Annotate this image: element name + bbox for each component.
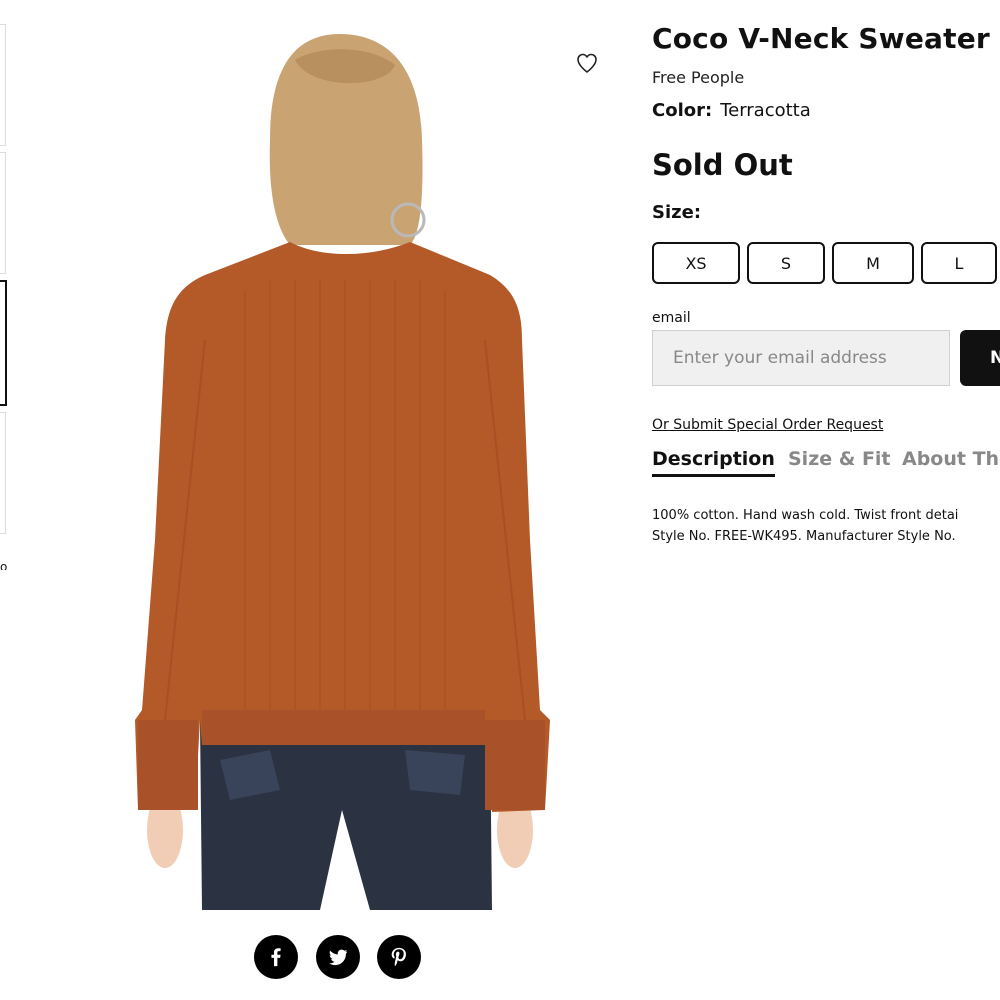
special-order-link[interactable]: Or Submit Special Order Request [652, 417, 883, 433]
description-line-1: 100% cotton. Hand wash cold. Twist front… [652, 508, 959, 523]
thumbnail-4[interactable] [0, 412, 6, 534]
thumbnails-more-link[interactable]: o [0, 560, 7, 570]
twitter-icon [329, 949, 348, 966]
color-value: Terracotta [720, 100, 811, 121]
tab-about-the-brand[interactable]: About The [902, 448, 1000, 470]
email-input[interactable] [652, 330, 950, 386]
notify-button[interactable]: N [960, 330, 1000, 386]
thumbnail-3-active[interactable] [0, 280, 7, 406]
tab-description[interactable]: Description [652, 448, 775, 477]
description-line-2: Style No. FREE-WK495. Manufacturer Style… [652, 529, 956, 544]
color-row: Color: Terracotta [652, 100, 811, 121]
facebook-share-button[interactable] [254, 935, 298, 979]
twitter-share-button[interactable] [316, 935, 360, 979]
email-label: email [652, 310, 691, 326]
size-button-s[interactable]: S [747, 242, 825, 284]
facebook-icon [271, 948, 281, 967]
product-description: 100% cotton. Hand wash cold. Twist front… [652, 505, 958, 547]
stock-status: Sold Out [652, 148, 793, 182]
product-title: Coco V-Neck Sweater [652, 22, 990, 55]
size-label: Size: [652, 202, 702, 223]
heart-icon[interactable] [575, 51, 599, 75]
size-button-xs[interactable]: XS [652, 242, 740, 284]
pinterest-share-button[interactable] [377, 935, 421, 979]
product-brand[interactable]: Free People [652, 68, 744, 87]
pinterest-icon [391, 947, 406, 967]
thumbnail-strip: o [0, 0, 8, 600]
product-image [135, 34, 550, 910]
tab-size-fit[interactable]: Size & Fit [788, 448, 891, 470]
size-button-m[interactable]: M [832, 242, 914, 284]
thumbnail-1[interactable] [0, 24, 6, 146]
thumbnail-2[interactable] [0, 152, 6, 274]
size-button-l[interactable]: L [921, 242, 997, 284]
color-label: Color: [652, 100, 713, 121]
